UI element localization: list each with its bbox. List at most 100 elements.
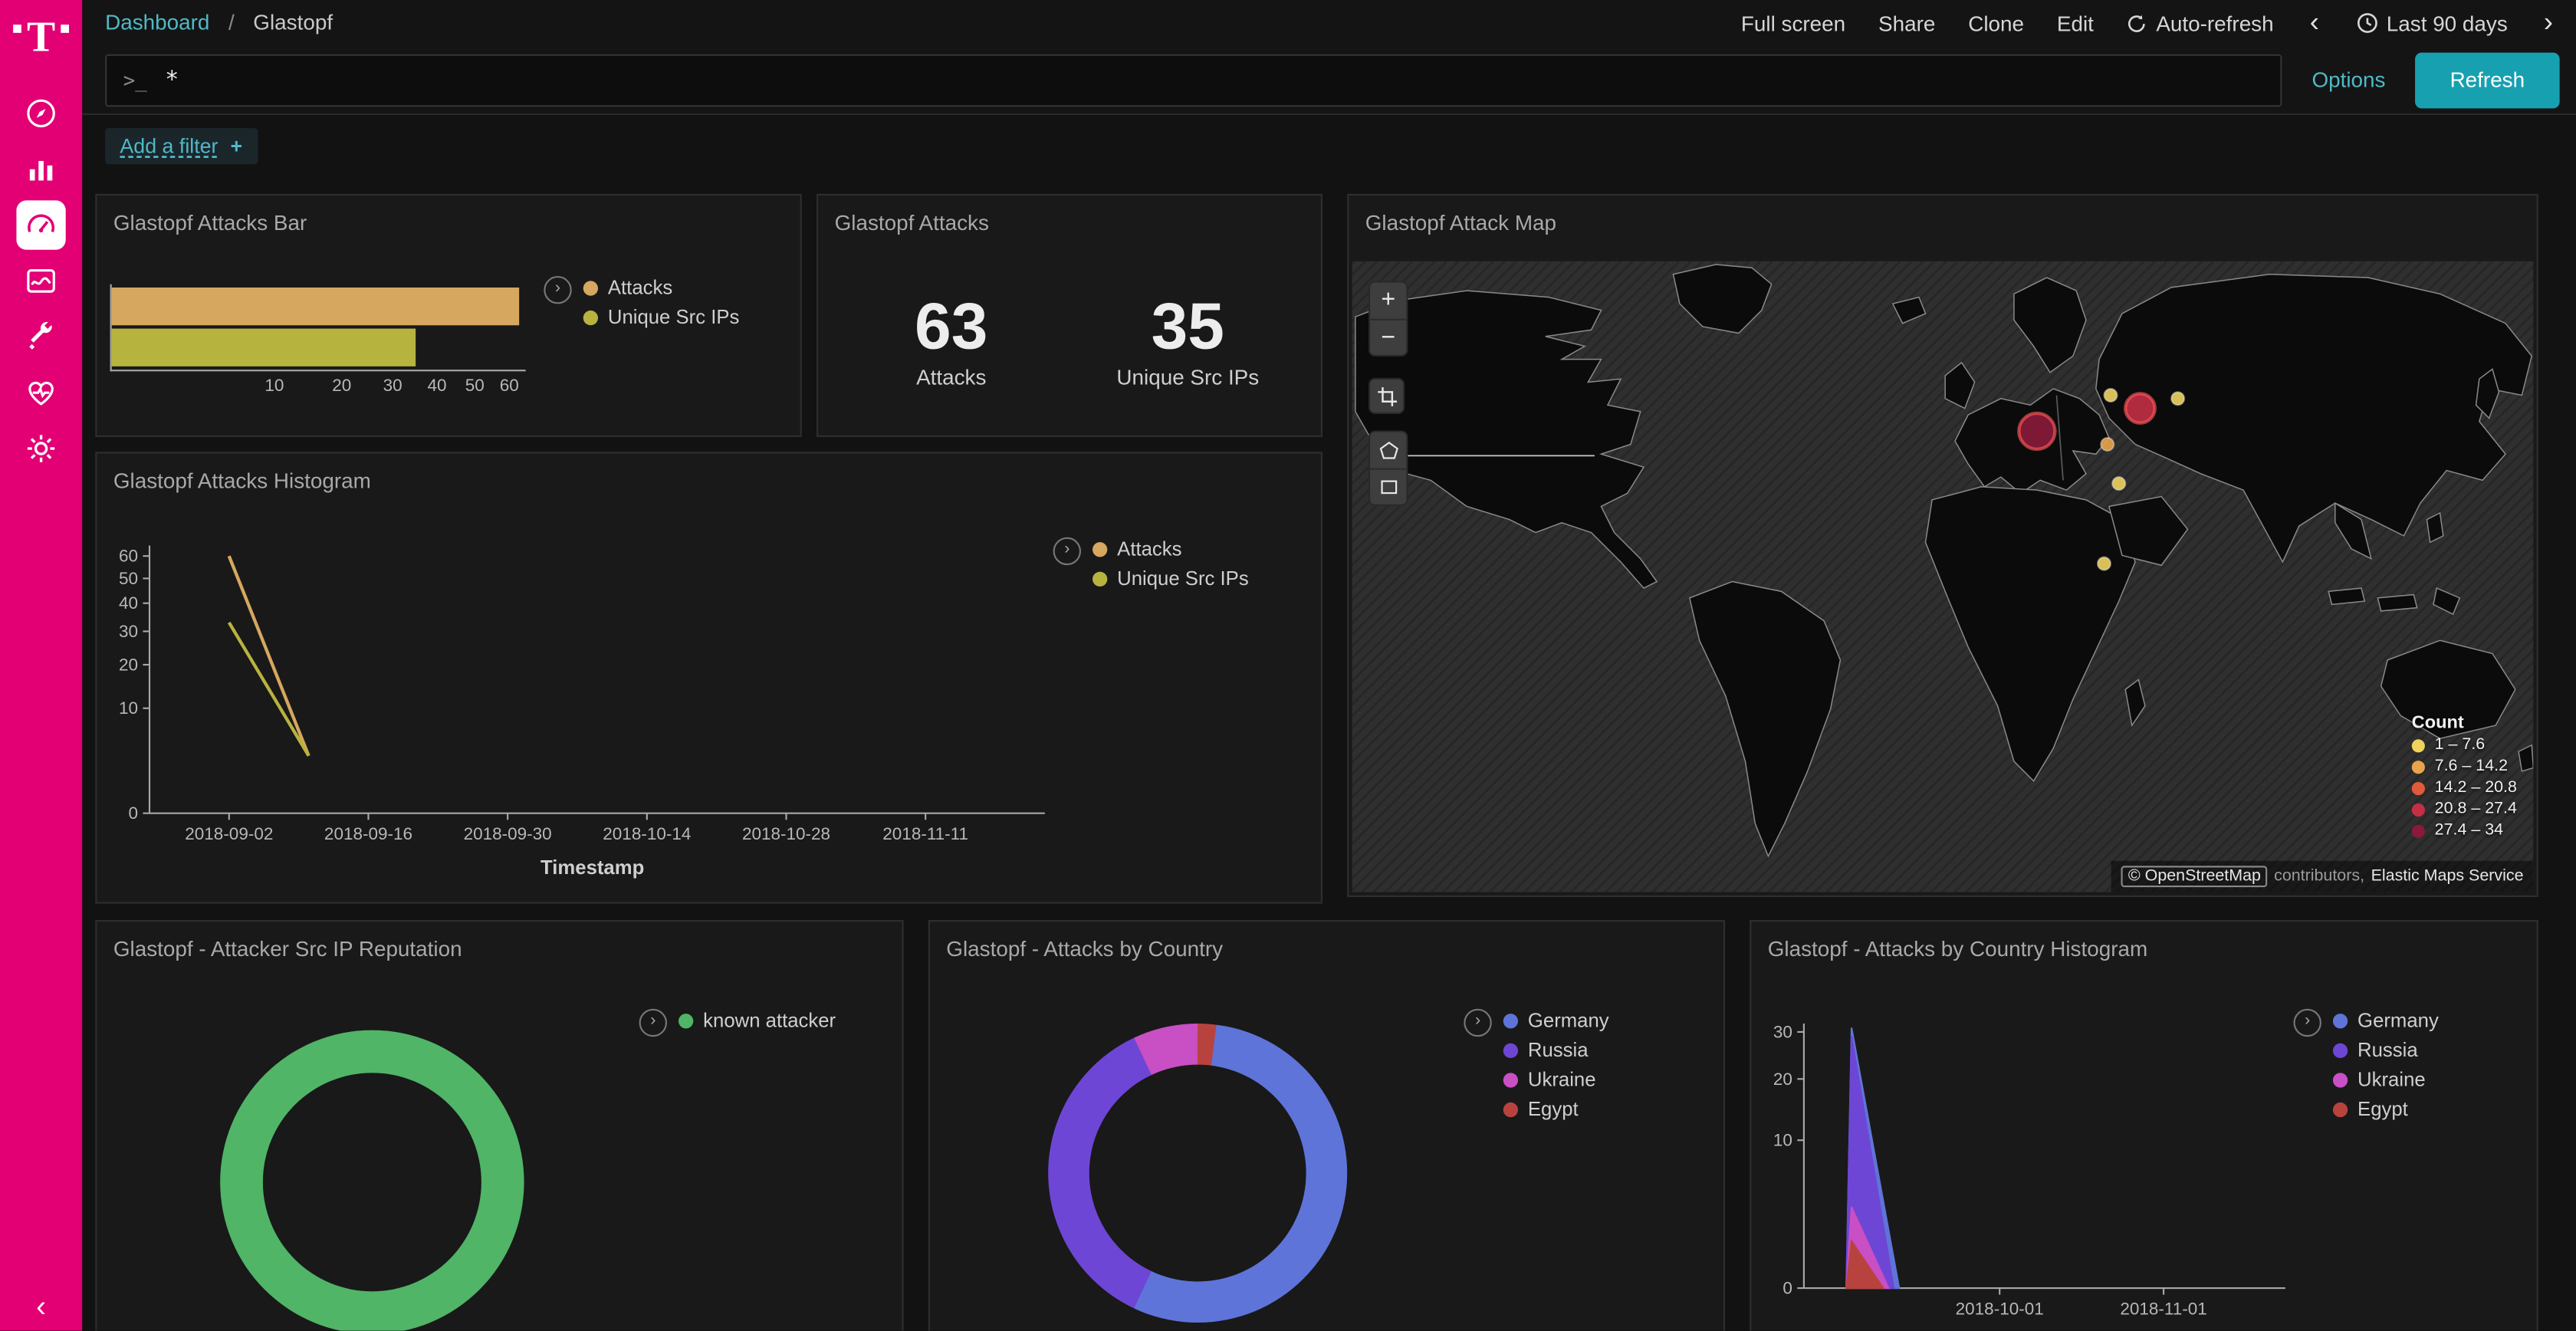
legend-item[interactable]: Russia bbox=[1503, 1038, 1609, 1061]
line-series[interactable] bbox=[229, 623, 309, 756]
refresh-button[interactable]: Refresh bbox=[2415, 52, 2560, 108]
metric-unique-src-ips: 35 Unique Src IPs bbox=[1097, 291, 1278, 389]
timelion-icon bbox=[23, 263, 59, 299]
world-map[interactable]: + − bbox=[1352, 261, 2534, 892]
legend: › Germany Russia Ukraine Egypt bbox=[2293, 1007, 2438, 1127]
donut-chart[interactable] bbox=[220, 1030, 524, 1331]
legend-item[interactable]: Unique Src IPs bbox=[583, 306, 740, 329]
legend-toggle-icon[interactable]: › bbox=[544, 276, 571, 304]
x-tick-label: 2018-09-16 bbox=[324, 824, 412, 843]
add-filter-button[interactable]: Add a filter + bbox=[105, 128, 257, 164]
map-marker[interactable] bbox=[2104, 389, 2117, 402]
legend-toggle-icon[interactable]: › bbox=[2293, 1009, 2321, 1037]
map-marker[interactable] bbox=[2098, 557, 2111, 570]
breadcrumb-dashboard-link[interactable]: Dashboard bbox=[105, 10, 209, 35]
x-axis-label: Timestamp bbox=[540, 856, 644, 879]
sidebar-collapse-button[interactable]: ‹ bbox=[0, 1291, 82, 1321]
time-next-button[interactable]: › bbox=[2541, 12, 2557, 35]
x-axis-label: Timestamp bbox=[1998, 1329, 2101, 1331]
time-range-picker[interactable]: Last 90 days bbox=[2355, 11, 2508, 35]
horizontal-bar-chart[interactable]: 102030405060 bbox=[110, 284, 526, 372]
x-tick-label: 2018-09-02 bbox=[185, 824, 273, 843]
crop-icon bbox=[1376, 386, 1398, 407]
legend-item[interactable]: Germany bbox=[1503, 1009, 1609, 1032]
legend-item[interactable]: Russia bbox=[2333, 1038, 2439, 1061]
panel-title: Glastopf Attacks Histogram bbox=[97, 453, 1320, 499]
rectangle-tool-button[interactable] bbox=[1370, 468, 1406, 504]
sidebar-item-dev-tools[interactable] bbox=[16, 312, 65, 361]
metric-attacks: 63 Attacks bbox=[861, 291, 1042, 389]
share-button[interactable]: Share bbox=[1878, 11, 1935, 35]
map-marker[interactable] bbox=[2171, 392, 2184, 405]
legend-item[interactable]: Ukraine bbox=[2333, 1068, 2439, 1091]
legend-item[interactable]: Egypt bbox=[1503, 1097, 1609, 1120]
legend-color-dot bbox=[2412, 781, 2425, 794]
legend-item[interactable]: Ukraine bbox=[1503, 1068, 1609, 1091]
legend-item[interactable]: 7.6 – 14.2 bbox=[2412, 758, 2517, 776]
map-marker[interactable] bbox=[2101, 438, 2114, 451]
legend-item[interactable]: Attacks bbox=[583, 276, 740, 299]
query-input-box[interactable]: >_ bbox=[105, 54, 2282, 107]
line-series[interactable] bbox=[229, 556, 309, 756]
polygon-tool-button[interactable] bbox=[1370, 432, 1406, 468]
legend-item[interactable]: Attacks bbox=[1092, 537, 1249, 560]
sidebar-item-visualize[interactable] bbox=[16, 145, 65, 194]
clone-button[interactable]: Clone bbox=[1968, 11, 2024, 35]
sidebar-item-discover[interactable] bbox=[16, 89, 65, 138]
legend-color-dot bbox=[1503, 1013, 1518, 1027]
y-tick-label: 0 bbox=[128, 804, 138, 823]
legend-item[interactable]: Egypt bbox=[2333, 1097, 2439, 1120]
clock-icon bbox=[2355, 12, 2378, 35]
legend-color-dot bbox=[2333, 1013, 2348, 1027]
sidebar-item-dashboard[interactable] bbox=[16, 200, 65, 249]
y-tick-label: 10 bbox=[119, 698, 138, 718]
zoom-out-button[interactable]: − bbox=[1370, 319, 1406, 355]
ems-attribution-link[interactable]: Elastic Maps Service bbox=[2371, 867, 2524, 886]
metric-value: 35 bbox=[1097, 291, 1278, 363]
legend-label: 27.4 – 34 bbox=[2435, 821, 2503, 840]
bar-segment[interactable] bbox=[112, 329, 416, 366]
edit-button[interactable]: Edit bbox=[2057, 11, 2094, 35]
full-screen-button[interactable]: Full screen bbox=[1741, 11, 1845, 35]
map-marker[interactable] bbox=[2125, 393, 2154, 422]
osm-attribution-link[interactable]: © OpenStreetMap bbox=[2121, 866, 2267, 887]
auto-refresh-button[interactable]: Auto-refresh bbox=[2127, 11, 2274, 35]
legend-label: Egypt bbox=[1528, 1097, 1579, 1120]
query-input[interactable] bbox=[162, 65, 2264, 95]
donut-chart[interactable] bbox=[1048, 1024, 1347, 1323]
y-tick-label: 20 bbox=[119, 655, 138, 674]
legend-label: Unique Src IPs bbox=[1117, 567, 1249, 590]
time-previous-button[interactable]: ‹ bbox=[2306, 12, 2322, 35]
line-chart[interactable]: 01020304050602018-09-022018-09-162018-09… bbox=[97, 529, 1083, 858]
map-marker[interactable] bbox=[2112, 477, 2125, 490]
metric-group: 63 Attacks 35 Unique Src IPs bbox=[818, 291, 1321, 389]
legend-item[interactable]: known attacker bbox=[678, 1009, 836, 1032]
fit-data-bounds-button[interactable] bbox=[1368, 378, 1405, 414]
sidebar-item-management[interactable] bbox=[16, 424, 65, 473]
sidebar-item-timelion[interactable] bbox=[16, 256, 65, 305]
filter-bar: Add a filter + bbox=[82, 115, 2576, 177]
legend-toggle-icon[interactable]: › bbox=[1053, 537, 1081, 565]
legend-item[interactable]: 27.4 – 34 bbox=[2412, 821, 2517, 840]
legend-label: 14.2 – 20.8 bbox=[2435, 779, 2517, 797]
map-marker[interactable] bbox=[2019, 413, 2055, 449]
map-legend-title: Count bbox=[2412, 713, 2517, 733]
x-tick-label: 60 bbox=[500, 376, 519, 396]
draw-tools-group bbox=[1368, 430, 1408, 506]
y-tick-label: 30 bbox=[1773, 1022, 1792, 1041]
legend-item[interactable]: Unique Src IPs bbox=[1092, 567, 1249, 590]
legend-item[interactable]: Germany bbox=[2333, 1009, 2439, 1032]
polygon-icon bbox=[1378, 439, 1399, 461]
bar-segment[interactable] bbox=[112, 288, 519, 325]
legend-toggle-icon[interactable]: › bbox=[639, 1009, 667, 1037]
legend-item[interactable]: 14.2 – 20.8 bbox=[2412, 779, 2517, 797]
legend-color-dot bbox=[2333, 1072, 2348, 1086]
x-tick-label: 20 bbox=[332, 376, 351, 396]
legend-item[interactable]: 1 – 7.6 bbox=[2412, 736, 2517, 754]
legend-label: Ukraine bbox=[2358, 1068, 2426, 1091]
sidebar-item-monitoring[interactable] bbox=[16, 368, 65, 417]
zoom-in-button[interactable]: + bbox=[1370, 283, 1406, 319]
options-link[interactable]: Options bbox=[2312, 67, 2385, 92]
legend-toggle-icon[interactable]: › bbox=[1464, 1009, 1491, 1037]
legend-item[interactable]: 20.8 – 27.4 bbox=[2412, 800, 2517, 819]
